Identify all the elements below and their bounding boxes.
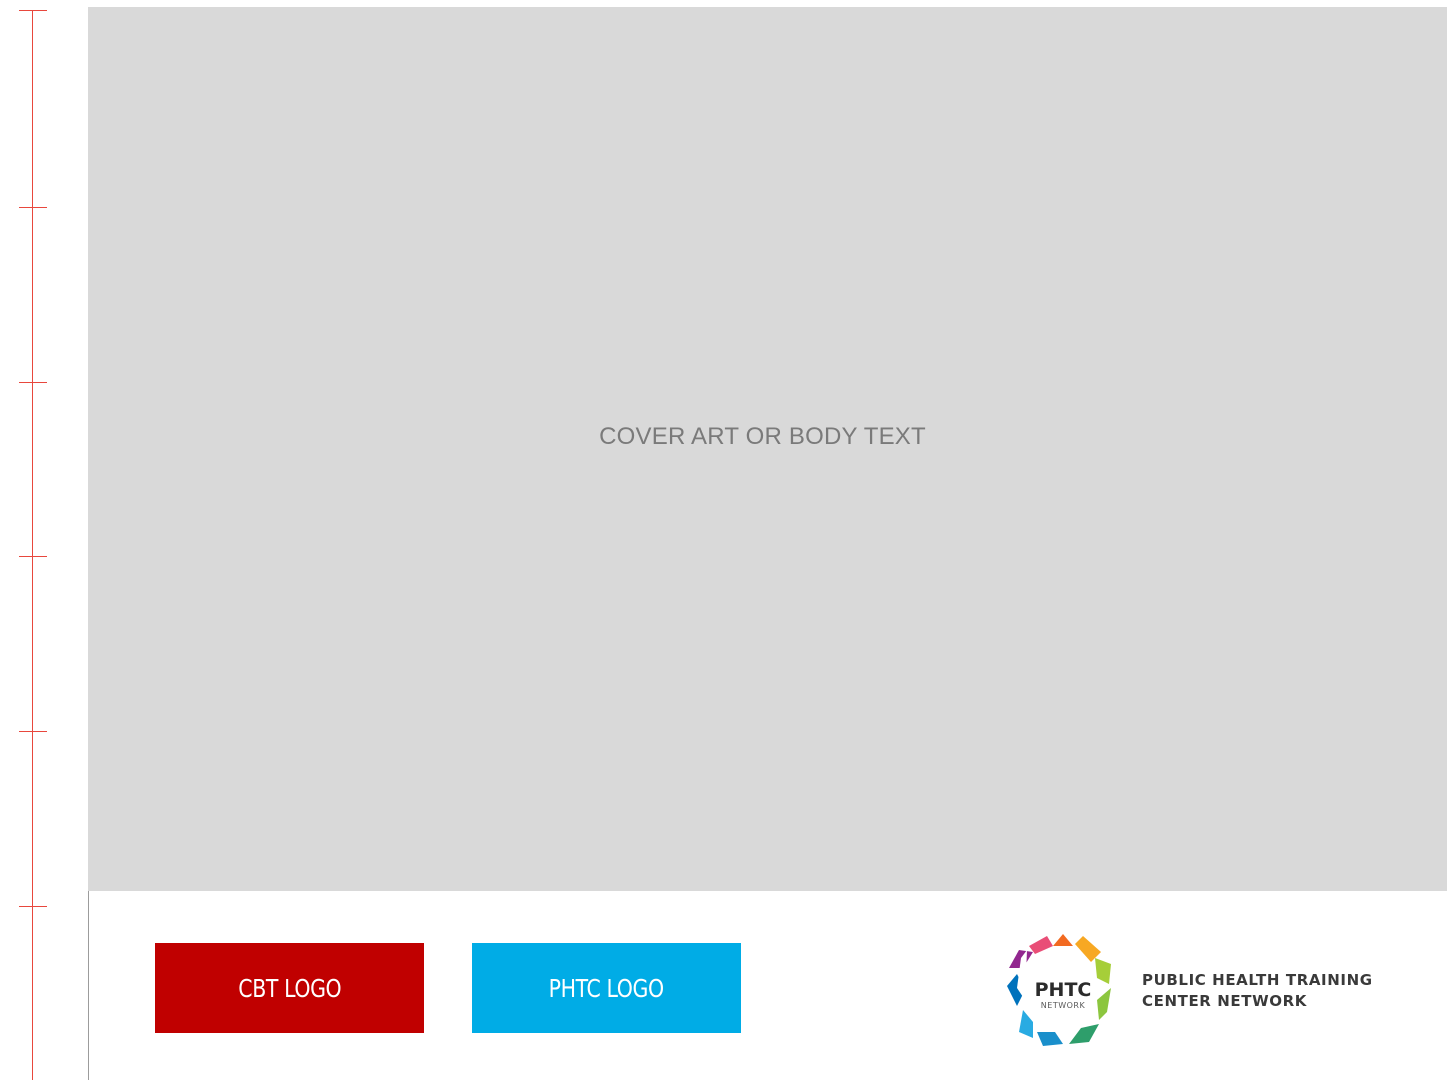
phtc-logo-label: PHTC LOGO	[548, 973, 665, 1003]
cbt-logo-placeholder: CBT LOGO	[155, 943, 424, 1033]
ruler-tick	[19, 10, 47, 11]
ruler-tick	[19, 556, 47, 557]
ruler-line	[32, 10, 33, 1080]
ruler-tick	[19, 906, 47, 907]
network-name-line1: PUBLIC HEALTH TRAINING	[1142, 971, 1373, 989]
cbt-logo-label: CBT LOGO	[238, 973, 341, 1003]
network-name: PUBLIC HEALTH TRAINING CENTER NETWORK	[1142, 970, 1373, 1012]
cover-art-placeholder: COVER ART OR BODY TEXT	[88, 7, 1447, 891]
logo-mark-text: PHTC	[1035, 979, 1092, 1001]
ruler-tick	[19, 731, 47, 732]
vertical-ruler	[0, 0, 60, 1080]
phtc-logo-placeholder: PHTC LOGO	[472, 943, 741, 1033]
phtc-network-logo-mark: PHTC NETWORK	[1007, 934, 1111, 1046]
network-name-line2: CENTER NETWORK	[1142, 992, 1307, 1010]
footer-left-border	[88, 891, 89, 1080]
logo-mark-subtext: NETWORK	[1041, 1001, 1086, 1010]
cover-placeholder-text: COVER ART OR BODY TEXT	[599, 423, 926, 450]
ruler-tick	[19, 382, 47, 383]
ruler-tick	[19, 207, 47, 208]
